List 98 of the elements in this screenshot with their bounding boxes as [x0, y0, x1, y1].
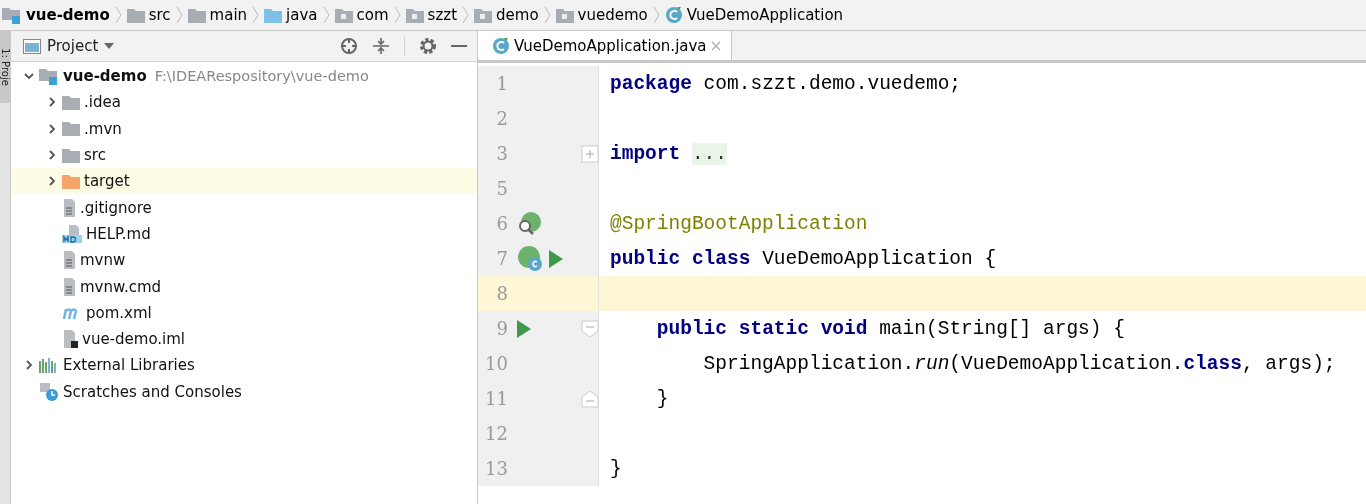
scratches-icon	[39, 381, 59, 402]
folder-icon	[62, 147, 80, 163]
code-line: SpringApplication.run(VueDemoApplication.class, args);	[702, 352, 1336, 375]
folder-icon	[126, 7, 145, 23]
project-side-tab[interactable]: 1: Proje	[0, 31, 10, 103]
breadcrumb[interactable]: main	[187, 6, 248, 24]
settings-icon[interactable]	[419, 37, 437, 55]
tree-item-label: .mvn	[84, 119, 122, 138]
breadcrumb[interactable]: com	[334, 6, 389, 24]
module-file-icon	[62, 330, 78, 349]
run-icon[interactable]	[516, 318, 532, 339]
chevron-separator-icon	[113, 4, 123, 26]
chevron-separator-icon	[174, 4, 184, 26]
code-line: public static void main(String[] args) {	[655, 317, 1125, 340]
folder-icon	[187, 7, 206, 23]
panel-title[interactable]: Project	[47, 37, 99, 55]
panel-icon	[23, 38, 41, 54]
breadcrumb[interactable]: VueDemoApplication	[664, 6, 844, 24]
tree-item[interactable]: .mvn	[11, 115, 477, 142]
spring-bean-search-icon[interactable]	[516, 210, 542, 237]
folder-icon	[62, 121, 80, 137]
tree-item[interactable]: mvnw.cmd	[11, 273, 477, 300]
tree-item[interactable]: src	[11, 141, 477, 169]
file-icon	[62, 198, 76, 217]
line-number: 10	[484, 353, 508, 374]
code-line: @SpringBootApplication	[609, 212, 868, 235]
minimize-icon[interactable]	[451, 44, 467, 48]
breadcrumb[interactable]: vue-demo	[2, 6, 110, 24]
tree-item-label: .idea	[84, 93, 121, 112]
code-line: }	[609, 457, 622, 480]
breadcrumb[interactable]: szzt	[405, 6, 458, 24]
folder-icon	[62, 173, 80, 189]
tree-item-label: External Libraries	[63, 356, 195, 375]
chevron-separator-icon	[392, 4, 402, 26]
chevron-separator-icon	[251, 4, 261, 26]
breadcrumb[interactable]: demo	[474, 6, 539, 24]
module-folder-icon	[39, 67, 59, 85]
breadcrumb[interactable]: src	[126, 6, 171, 24]
line-number: 11	[484, 388, 508, 409]
line-number: 8	[495, 283, 508, 304]
tree-item[interactable]: mvnw	[11, 247, 477, 274]
breadcrumb[interactable]: vuedemo	[555, 6, 648, 24]
package-icon	[405, 7, 424, 23]
tree-item-label: target	[84, 172, 130, 191]
chevron-separator-icon	[461, 4, 471, 26]
code-line: }	[655, 387, 669, 410]
line-number: 9	[495, 318, 508, 339]
class-icon	[664, 6, 683, 24]
tree-item-label: Scratches and Consoles	[63, 382, 242, 401]
run-icon[interactable]	[548, 248, 564, 269]
line-number: 3	[495, 143, 508, 164]
editor-tab[interactable]: VueDemoApplication.java	[478, 31, 732, 60]
locate-icon[interactable]	[340, 37, 358, 55]
dropdown-caret-icon[interactable]	[104, 43, 115, 49]
line-number: 1	[495, 73, 508, 94]
line-number: 13	[484, 458, 508, 479]
tree-item[interactable]: pom.xml	[11, 299, 477, 326]
tree-item[interactable]: .idea	[11, 89, 477, 116]
tree-item-label: mvnw	[80, 251, 126, 270]
line-number: 6	[495, 213, 508, 234]
tree-item[interactable]: vue-demo.iml	[11, 325, 477, 353]
line-number: 7	[495, 248, 508, 269]
module-folder-icon	[2, 6, 22, 24]
line-number: 5	[495, 178, 508, 199]
tree-item-label: mvnw.cmd	[80, 277, 162, 296]
breadcrumb[interactable]: java	[264, 6, 318, 24]
tree-item[interactable]: target	[11, 168, 477, 195]
package-icon	[474, 7, 493, 23]
chevron-separator-icon	[651, 4, 661, 26]
line-number: 12	[484, 423, 508, 444]
collapse-all-icon[interactable]	[372, 37, 390, 55]
tree-item-label: pom.xml	[86, 303, 152, 322]
code-line: public class VueDemoApplication {	[609, 247, 997, 270]
file-icon	[62, 251, 76, 270]
libraries-icon	[39, 357, 59, 374]
tree-item-label: .gitignore	[80, 198, 152, 217]
file-icon	[62, 277, 76, 296]
tree-item[interactable]: .gitignore	[11, 194, 477, 221]
tree-item-label: vue-demo.iml	[82, 330, 185, 349]
line-number: 2	[495, 108, 508, 129]
folder-icon	[264, 7, 283, 23]
class-icon	[492, 36, 510, 55]
chevron-separator-icon	[321, 4, 331, 26]
code-line: import ...	[609, 142, 728, 165]
tree-item-label: HELP.md	[86, 224, 151, 243]
tree-item[interactable]: Scratches and Consoles	[11, 378, 477, 405]
tree-item[interactable]: HELP.md	[11, 220, 477, 248]
folder-icon	[62, 94, 80, 110]
tree-item[interactable]: External Libraries	[11, 352, 477, 379]
tree-item[interactable]: vue-demo F:\IDEARespository\vue-demo	[11, 63, 477, 90]
package-icon	[555, 7, 574, 23]
code-line: package com.szzt.demo.vuedemo;	[609, 72, 962, 95]
markdown-file-icon	[62, 224, 82, 243]
chevron-separator-icon	[542, 4, 552, 26]
project-path: F:\IDEARespository\vue-demo	[154, 68, 369, 85]
tree-item-label: src	[84, 146, 106, 165]
package-icon	[334, 7, 353, 23]
tree-item-label: vue-demo	[63, 67, 147, 86]
